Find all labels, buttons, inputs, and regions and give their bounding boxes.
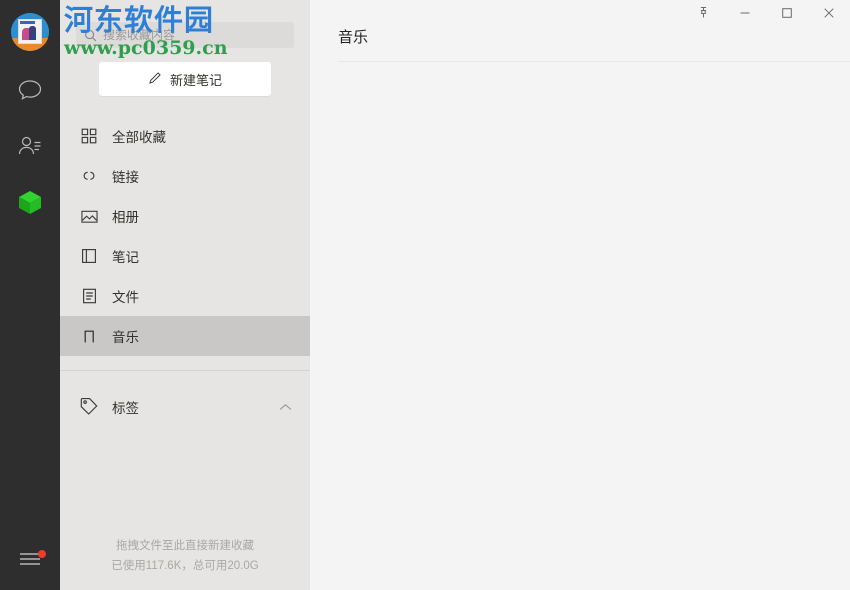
- sidebar-item-label: 笔记: [112, 250, 139, 265]
- new-note-label: 新建笔记: [169, 72, 222, 88]
- drop-hint-text: 拖拽文件至此直接新建收藏: [116, 540, 254, 552]
- pin-button[interactable]: [682, 0, 724, 30]
- chat-bubble-icon: [17, 78, 43, 107]
- content-area: [310, 62, 850, 590]
- grid-icon: [80, 127, 98, 145]
- pencil-icon: [148, 71, 162, 88]
- title-bar[interactable]: 音乐: [310, 0, 850, 62]
- close-icon: [823, 6, 835, 24]
- rail-item-chat[interactable]: [0, 67, 60, 117]
- sidebar-item-notes[interactable]: 笔记: [60, 236, 310, 276]
- rail-item-favorites[interactable]: [0, 179, 60, 229]
- minimize-button[interactable]: [724, 0, 766, 30]
- new-note-container: 新建笔记: [60, 48, 310, 96]
- image-icon: [80, 207, 98, 225]
- avatar-shape-1: [20, 21, 35, 24]
- rail-menu-button[interactable]: [0, 544, 60, 578]
- chevron-up-icon[interactable]: [279, 400, 292, 415]
- search-box[interactable]: [76, 22, 294, 48]
- maximize-icon: [781, 6, 793, 24]
- sidebar-item-all-favorites[interactable]: 全部收藏: [60, 116, 310, 156]
- pin-icon: [697, 6, 710, 24]
- app-window: 新建笔记 全部收藏: [0, 0, 850, 590]
- search-input[interactable]: [103, 28, 286, 42]
- document-icon: [80, 287, 98, 305]
- sidebar-item-label: 链接: [112, 170, 139, 185]
- window-controls: [682, 0, 850, 30]
- notification-badge: [38, 550, 46, 558]
- main-panel: 音乐: [310, 0, 850, 590]
- sidebar-item-label: 相册: [112, 210, 139, 225]
- search-icon: [84, 29, 97, 42]
- tags-label: 标签: [112, 401, 139, 416]
- music-note-icon: [80, 327, 98, 345]
- avatar[interactable]: [11, 13, 49, 51]
- header-divider: [338, 61, 850, 62]
- link-icon: [80, 167, 98, 185]
- new-note-button[interactable]: 新建笔记: [99, 62, 271, 96]
- maximize-button[interactable]: [766, 0, 808, 30]
- sidebar-item-files[interactable]: 文件: [60, 276, 310, 316]
- sidebar-footer: 拖拽文件至此直接新建收藏 已使用117.6K，总可用20.0G: [60, 536, 310, 576]
- contacts-icon: [17, 134, 43, 163]
- sidebar-item-label: 音乐: [112, 330, 139, 345]
- close-button[interactable]: [808, 0, 850, 30]
- sidebar-item-label: 文件: [112, 290, 139, 305]
- sidebar: 新建笔记 全部收藏: [60, 0, 310, 590]
- green-cube-icon: [16, 188, 44, 221]
- avatar-shape-3: [29, 26, 36, 40]
- book-icon: [80, 247, 98, 265]
- sidebar-section-tags[interactable]: 标签: [60, 385, 310, 429]
- sidebar-item-links[interactable]: 链接: [60, 156, 310, 196]
- rail-item-contacts[interactable]: [0, 123, 60, 173]
- sidebar-item-music[interactable]: 音乐: [60, 316, 310, 356]
- sidebar-item-album[interactable]: 相册: [60, 196, 310, 236]
- left-rail: [0, 0, 60, 590]
- tag-icon: [80, 397, 98, 418]
- sidebar-item-label: 全部收藏: [112, 130, 166, 145]
- sidebar-divider: [60, 370, 310, 371]
- minimize-icon: [739, 6, 751, 24]
- page-title: 音乐: [338, 29, 369, 46]
- storage-text: 已使用117.6K，总可用20.0G: [111, 560, 259, 572]
- sidebar-nav: 全部收藏 链接 相册 笔记 文件 音乐: [60, 116, 310, 356]
